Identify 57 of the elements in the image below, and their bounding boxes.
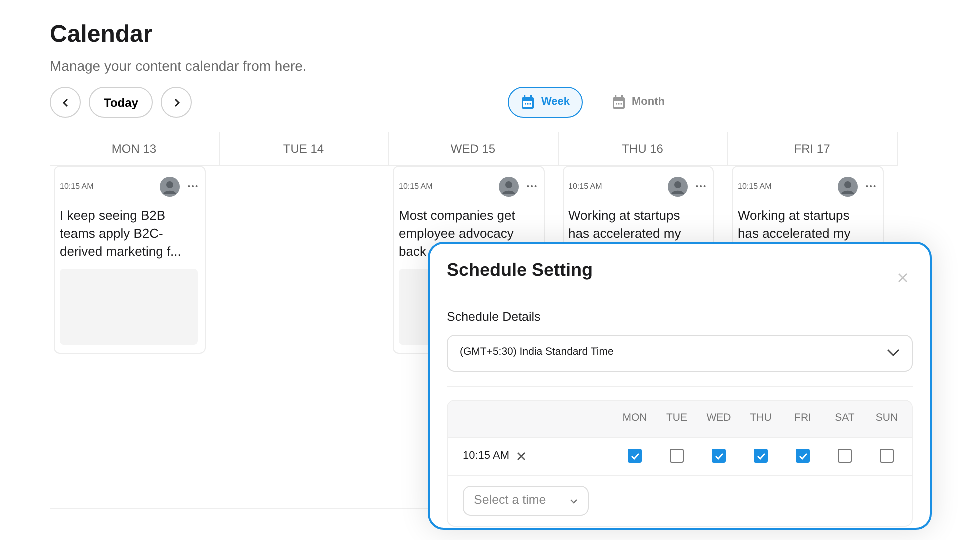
chevron-left-icon — [60, 98, 70, 108]
check-icon — [798, 452, 808, 460]
dialog-title: Schedule Setting — [447, 260, 594, 282]
weekday-header: TUE — [666, 410, 688, 426]
post-text-line: has accelerated my — [568, 225, 682, 243]
page-title: Calendar — [50, 20, 154, 50]
checkbox[interactable] — [670, 449, 684, 464]
post-time: 10:15 AM — [568, 181, 602, 193]
chevron-down-icon — [887, 348, 900, 357]
chevron-down-icon — [570, 498, 578, 504]
calendar-icon — [521, 95, 536, 110]
checkbox[interactable] — [712, 449, 726, 464]
weekday-header: WED — [706, 410, 732, 426]
post-text-line: Most companies get — [399, 207, 516, 225]
post-text-line: back — [399, 243, 428, 261]
calendar-icon — [612, 95, 626, 110]
weekday-header: THU — [749, 410, 773, 426]
more-icon[interactable] — [696, 185, 706, 188]
post-time: 10:15 AM — [738, 181, 772, 193]
weekday-header: SAT — [834, 410, 856, 426]
check-icon — [756, 452, 766, 460]
checkbox[interactable] — [880, 449, 894, 464]
post-text-line: derived marketing f... — [60, 243, 182, 261]
post-text-line: teams apply B2C- — [60, 225, 164, 243]
more-icon[interactable] — [188, 185, 198, 188]
post-text-line: Working at startups — [738, 207, 851, 225]
view-tab[interactable]: Month — [599, 87, 678, 118]
post-time: 10:15 AM — [60, 181, 94, 193]
timezone-select[interactable]: (GMT+5:30) India Standard Time — [447, 334, 913, 372]
post-text-line: I keep seeing B2B — [60, 207, 167, 225]
post-time: 10:15 AM — [399, 181, 433, 193]
weekday-header: FRI — [794, 410, 812, 426]
more-icon[interactable] — [526, 185, 536, 188]
checkbox[interactable] — [796, 449, 810, 464]
weekday-header: MON — [622, 410, 648, 426]
avatar — [498, 176, 518, 197]
checkbox[interactable] — [754, 449, 768, 464]
check-icon — [630, 452, 640, 460]
remove-icon[interactable] — [517, 452, 526, 461]
avatar — [668, 176, 688, 197]
view-tab[interactable]: Week — [508, 87, 583, 118]
weekday-header: SUN — [874, 410, 900, 426]
page-subtitle: Manage your content calendar from here. — [50, 57, 308, 76]
checkbox[interactable] — [628, 449, 642, 464]
check-icon — [714, 452, 724, 460]
today-button[interactable]: Today — [89, 87, 154, 118]
post-text-line: has accelerated my — [738, 225, 852, 243]
avatar — [838, 176, 858, 197]
day-header: TUE 14 — [220, 132, 389, 166]
more-icon[interactable] — [866, 185, 876, 188]
time-select[interactable]: Select a time — [463, 486, 589, 516]
slot-time: 10:15 AM — [463, 449, 510, 464]
checkbox[interactable] — [838, 449, 852, 464]
post-text-line: employee advocacy — [399, 225, 515, 243]
avatar — [160, 176, 180, 197]
section-label: Schedule Details — [447, 309, 542, 326]
post-text-line: Working at startups — [568, 207, 682, 225]
